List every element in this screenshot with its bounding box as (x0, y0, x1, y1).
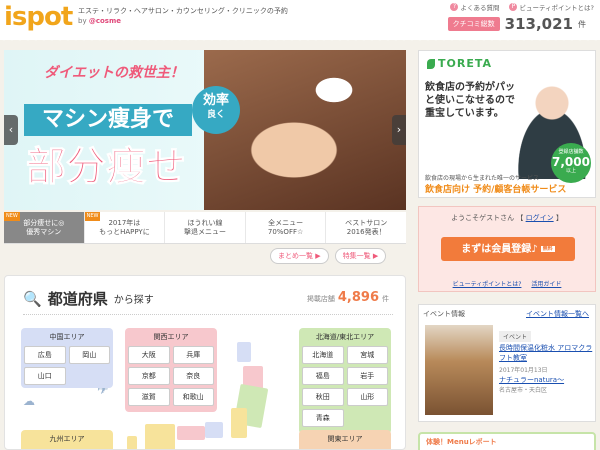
header-scallop (0, 36, 600, 44)
arrow-circle-icon: ▶ (372, 252, 379, 260)
pref-okayama[interactable]: 岡山 (68, 346, 110, 364)
point-icon: P (509, 3, 518, 11)
register-button[interactable]: まずは会員登録♪ 無料 (441, 237, 575, 261)
pref-fukushima[interactable]: 福島 (302, 367, 344, 385)
event-tag: イベント (499, 331, 532, 342)
event-title-link[interactable]: 長時間保温化粧水 アロマクラフト教室 (499, 343, 593, 363)
hero-tab-5[interactable]: ベストサロン 2016発表！ (326, 212, 406, 243)
site-header: ispot エステ・リラク・ヘアサロン・カウンセリング・クリニックの予約 by … (0, 0, 600, 40)
map-tile (145, 424, 175, 449)
event-date: 2017年01月13日 (499, 367, 548, 374)
login-link[interactable]: ログイン (526, 214, 554, 222)
pref-shiga[interactable]: 滋賀 (128, 388, 170, 406)
review-total-count: 313,021 (504, 15, 573, 33)
hero-tabs: NEW 部分痩せに◎ 優秀マシン NEW 2017年は もっとHAPPYに ほうれい… (4, 212, 406, 244)
area-kyushu: 九州エリア (21, 430, 113, 449)
ispot-logo[interactable]: ispot (4, 4, 73, 30)
beauty-point-link[interactable]: P ビューティポイントとは? (509, 2, 594, 12)
prefecture-search-panel: 🔍 都道府県から探す 掲載店舗4,896件 ☁ ✈ ★ 中国エリア 広島 岡山 … (4, 275, 406, 450)
area-kansai-title[interactable]: 関西エリア (128, 331, 214, 343)
pref-nara[interactable]: 奈良 (172, 367, 214, 385)
carousel-next-button[interactable]: › (392, 115, 406, 145)
map-tile (177, 426, 205, 440)
pref-kyoto[interactable]: 京都 (128, 367, 170, 385)
ad-service-name: 飲食店向け 予約/顧客台帳サービス (425, 185, 567, 195)
pref-hokkaido[interactable]: 北海道 (302, 346, 344, 364)
review-total: クチコミ総数 313,021 件 (447, 15, 586, 33)
pref-akita[interactable]: 秋田 (302, 388, 344, 406)
hero-catch: ダイエットの救世主！ (44, 65, 184, 81)
event-image[interactable] (425, 325, 493, 415)
divider (23, 314, 393, 315)
toreta-logo: TORETA (427, 57, 492, 70)
beauty-point-info-link[interactable]: ビューティポイントとは? (453, 281, 522, 288)
toreta-ad[interactable]: TORETA 飲食店の予約がパッと使いこなせるので重宝しています。 登録店舗数 7… (418, 50, 596, 198)
menu-report-heading: 体験！Menuレポート (418, 432, 596, 450)
guest-greeting: ようこそゲストさん 【 ログイン 】 (451, 214, 563, 222)
summary-list-button[interactable]: まとめ一覧 ▶ (270, 248, 329, 264)
hero-tab-4[interactable]: 全メニュー 70%OFF☆ (246, 212, 327, 243)
map-tile (237, 342, 251, 362)
hero-tab-3[interactable]: ほうれい線 撃退メニュー (165, 212, 246, 243)
area-hokkaido-tohoku-title[interactable]: 北海道/東北エリア (302, 331, 388, 343)
carousel-prev-button[interactable]: ‹ (4, 115, 18, 145)
area-chugoku-title[interactable]: 中国エリア (24, 331, 110, 343)
event-heading: イベント情報 (423, 310, 465, 318)
guest-box: ようこそゲストさん 【 ログイン 】 まずは会員登録♪ 無料 ビューティポイントと… (418, 206, 596, 292)
site-tagline: エステ・リラク・ヘアサロン・カウンセリング・クリニックの予約 (78, 7, 288, 15)
feature-links: まとめ一覧 ▶ 特集一覧 ▶ (270, 248, 387, 264)
byline: by @cosme (78, 17, 121, 25)
event-list-link[interactable]: イベント情報一覧へ (526, 309, 589, 319)
prefecture-search-title: 🔍 都道府県 から探す (23, 289, 154, 309)
area-kanto-title[interactable]: 関東エリア (302, 433, 388, 445)
hero-banner[interactable]: ダイエットの救世主！ マシン痩身で 効率 良く 部分痩せ (4, 50, 406, 210)
ad-footnote: 飲食店の現場から生まれた唯一のサービス (425, 175, 540, 182)
guest-links: ビューティポイントとは? 活用ガイド (419, 279, 595, 288)
faq-link[interactable]: ? よくある質問 (450, 2, 499, 12)
pref-wakayama[interactable]: 和歌山 (172, 388, 214, 406)
arrow-circle-icon: ▶ (315, 252, 321, 260)
area-kanto: 関東エリア (299, 430, 391, 449)
area-chugoku: 中国エリア 広島 岡山 山口 (21, 328, 113, 388)
ad-store-badge: 登録店舗数 7,000 以上 (551, 143, 591, 183)
feature-list-button[interactable]: 特集一覧 ▶ (334, 248, 387, 264)
listed-store-count: 掲載店舗 4,896 件 (306, 290, 389, 305)
hero-title-primary: マシン痩身で (24, 104, 192, 136)
ad-copy: 飲食店の予約がパッと使いこなせるので重宝しています。 (425, 82, 515, 119)
map-tile (231, 408, 247, 438)
chevron-right-icon: › (396, 123, 402, 136)
map-tile (127, 436, 137, 449)
question-icon: ? (450, 3, 459, 11)
pref-yamaguchi[interactable]: 山口 (24, 367, 66, 385)
pref-yamagata[interactable]: 山形 (346, 388, 388, 406)
header-links: ? よくある質問 P ビューティポイントとは? (450, 2, 594, 12)
pref-osaka[interactable]: 大阪 (128, 346, 170, 364)
area-hokkaido-tohoku: 北海道/東北エリア 北海道 宮城 福島 岩手 秋田 山形 青森 (299, 328, 391, 434)
hero-badge: 効率 良く (192, 86, 240, 134)
map-tile (205, 422, 223, 438)
pref-miyagi[interactable]: 宮城 (346, 346, 388, 364)
hero-title-secondary: 部分痩せ (26, 144, 187, 191)
hero-photo (204, 50, 406, 210)
hero-tab-2[interactable]: NEW 2017年は もっとHAPPYに (84, 212, 166, 243)
pref-aomori[interactable]: 青森 (302, 409, 344, 427)
event-place: 名古屋市・天白区 (499, 387, 548, 394)
guide-link[interactable]: 活用ガイド (531, 281, 561, 288)
cosme-brand[interactable]: @cosme (89, 17, 121, 25)
area-kyushu-title[interactable]: 九州エリア (24, 433, 110, 445)
review-total-unit: 件 (578, 19, 586, 29)
review-total-badge: クチコミ総数 (447, 17, 500, 31)
event-box: イベント情報 イベント情報一覧へ イベント 長時間保温化粧水 アロマクラフト教室… (418, 304, 596, 422)
cloud-icon: ☁ (23, 394, 35, 408)
pref-iwate[interactable]: 岩手 (346, 367, 388, 385)
pref-hyogo[interactable]: 兵庫 (172, 346, 214, 364)
area-kansai: 関西エリア 大阪 兵庫 京都 奈良 滋賀 和歌山 (125, 328, 217, 412)
hero-tab-1[interactable]: NEW 部分痩せに◎ 優秀マシン (4, 212, 85, 243)
chevron-left-icon: ‹ (8, 123, 14, 136)
search-icon: 🔍 (23, 289, 42, 308)
pref-hiroshima[interactable]: 広島 (24, 346, 66, 364)
event-salon-link[interactable]: ナチュラーnatura〜 (499, 375, 564, 385)
leaf-icon (427, 59, 435, 69)
